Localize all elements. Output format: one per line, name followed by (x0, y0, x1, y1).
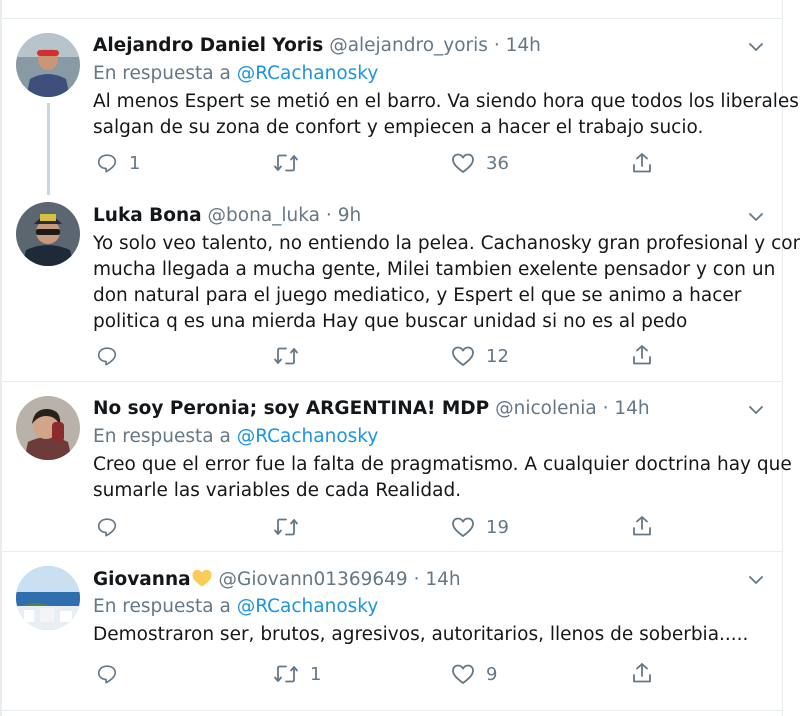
tweet[interactable]: Alejandro Daniel Yoris @alejandro_yoris … (2, 19, 799, 195)
share-icon (633, 345, 651, 365)
retweet-button[interactable]: 1 (273, 661, 321, 687)
tweet-text-line: don natural para el juego mediatico, y E… (93, 285, 742, 306)
display-name[interactable]: No soy Peronia; soy ARGENTINA! MDP (93, 398, 489, 419)
share-button[interactable] (630, 150, 654, 176)
like-button[interactable]: 12 (451, 343, 509, 369)
separator: · (325, 205, 332, 226)
avatar[interactable] (16, 33, 80, 97)
reply-prefix: En respuesta a (93, 426, 231, 447)
reply-mention-link[interactable]: @RCachanosky (237, 63, 379, 84)
reply-icon (97, 154, 117, 173)
tweet-text-line: Demostraron ser, brutos, agresivos, auto… (93, 624, 749, 645)
reply-icon (97, 665, 117, 684)
tweet-text-line: politica q es una mierda Hay que buscar … (93, 311, 688, 332)
retweet-icon (274, 347, 298, 365)
like-count: 36 (486, 152, 509, 174)
user-handle[interactable]: @alejandro_yoris (329, 35, 488, 56)
tweet-text-line: salgan de su zona de confort y empiecen … (93, 117, 704, 138)
reply-mention-link[interactable]: @RCachanosky (237, 426, 379, 447)
reply-button[interactable] (96, 514, 129, 540)
tweet-header: Alejandro Daniel Yoris @alejandro_yoris … (93, 35, 541, 56)
tweet-divider (0, 710, 783, 711)
share-button[interactable] (630, 660, 654, 686)
display-name[interactable]: Luka Bona (93, 205, 202, 226)
share-icon (633, 153, 651, 173)
retweet-button[interactable] (273, 150, 310, 176)
reply-context: En respuesta a @RCachanosky (93, 596, 378, 617)
tweet[interactable]: Giovanna @Giovann01369649 · 14h En respu… (2, 552, 782, 716)
reply-icon (97, 518, 117, 537)
timestamp[interactable]: 14h (614, 398, 649, 419)
chevron-down-icon[interactable] (746, 37, 766, 57)
retweet-count: 1 (310, 663, 322, 685)
share-button[interactable] (630, 513, 654, 539)
avatar[interactable] (16, 202, 80, 266)
heart-icon (452, 517, 474, 537)
tweet[interactable]: Luka Bona @bona_luka · 9h Yo solo veo ta… (2, 195, 800, 381)
display-name[interactable]: Alejandro Daniel Yoris (93, 35, 323, 56)
chevron-down-icon[interactable] (746, 570, 766, 590)
like-count: 9 (486, 663, 498, 685)
heart-icon (452, 346, 474, 366)
share-button[interactable] (630, 342, 654, 368)
thread-connector-line (47, 103, 50, 195)
retweet-button[interactable] (273, 514, 310, 540)
reply-count: 1 (129, 152, 141, 174)
chevron-down-icon[interactable] (746, 207, 766, 227)
timestamp[interactable]: 14h (506, 35, 541, 56)
reply-prefix: En respuesta a (93, 596, 231, 617)
retweet-icon (274, 518, 298, 536)
like-button[interactable]: 9 (451, 661, 497, 687)
user-handle[interactable]: @Giovann01369649 (219, 569, 408, 590)
heart-icon (452, 153, 474, 173)
like-button[interactable]: 36 (451, 150, 509, 176)
separator: · (413, 569, 420, 590)
tweet-text: Yo solo veo talento, no entiendo la pele… (93, 231, 800, 335)
reply-button[interactable]: 1 (96, 150, 140, 176)
tweet-header: Giovanna @Giovann01369649 · 14h (93, 568, 461, 590)
like-count: 12 (486, 345, 509, 367)
share-icon (633, 663, 651, 683)
retweet-button[interactable] (273, 343, 310, 369)
tweet-text-line: Yo solo veo talento, no entiendo la pele… (93, 233, 800, 254)
tweet-header: No soy Peronia; soy ARGENTINA! MDP @nico… (93, 398, 650, 419)
like-count: 19 (486, 516, 509, 538)
chevron-down-icon[interactable] (746, 400, 766, 420)
separator: · (602, 398, 609, 419)
user-handle[interactable]: @nicolenia (495, 398, 597, 419)
tweet-text-line: Creo que el error fue la falta de pragma… (93, 454, 792, 475)
retweet-icon (274, 154, 298, 172)
reply-context: En respuesta a @RCachanosky (93, 426, 378, 447)
heart-icon (452, 664, 474, 684)
yellow-heart-emoji (192, 569, 212, 587)
reply-button[interactable] (96, 661, 129, 687)
display-name[interactable]: Giovanna (93, 569, 191, 590)
timestamp[interactable]: 9h (338, 205, 362, 226)
tweet-text-line: Al menos Espert se metió en el barro. Va… (93, 91, 799, 112)
share-icon (633, 516, 651, 536)
reply-button[interactable] (96, 343, 129, 369)
tweet-header: Luka Bona @bona_luka · 9h (93, 205, 361, 226)
reply-prefix: En respuesta a (93, 63, 231, 84)
reply-context: En respuesta a @RCachanosky (93, 63, 378, 84)
tweet-text: Al menos Espert se metió en el barro. Va… (93, 89, 799, 141)
reply-icon (97, 347, 117, 366)
tweet-text-line: mucha llegada a mucha gente, Milei tambi… (93, 259, 776, 280)
timestamp[interactable]: 14h (425, 569, 460, 590)
tweet-text: Demostraron ser, brutos, agresivos, auto… (93, 622, 773, 648)
tweet-text: Creo que el error fue la falta de pragma… (93, 452, 792, 504)
user-handle[interactable]: @bona_luka (208, 205, 320, 226)
reply-mention-link[interactable]: @RCachanosky (237, 596, 379, 617)
tweet-text-line: sumarle las variables de cada Realidad. (93, 480, 462, 501)
avatar[interactable] (16, 396, 80, 460)
avatar[interactable] (16, 566, 80, 630)
like-button[interactable]: 19 (451, 514, 509, 540)
retweet-icon (274, 665, 298, 683)
separator: · (493, 35, 500, 56)
tweet[interactable]: No soy Peronia; soy ARGENTINA! MDP @nico… (2, 382, 792, 551)
